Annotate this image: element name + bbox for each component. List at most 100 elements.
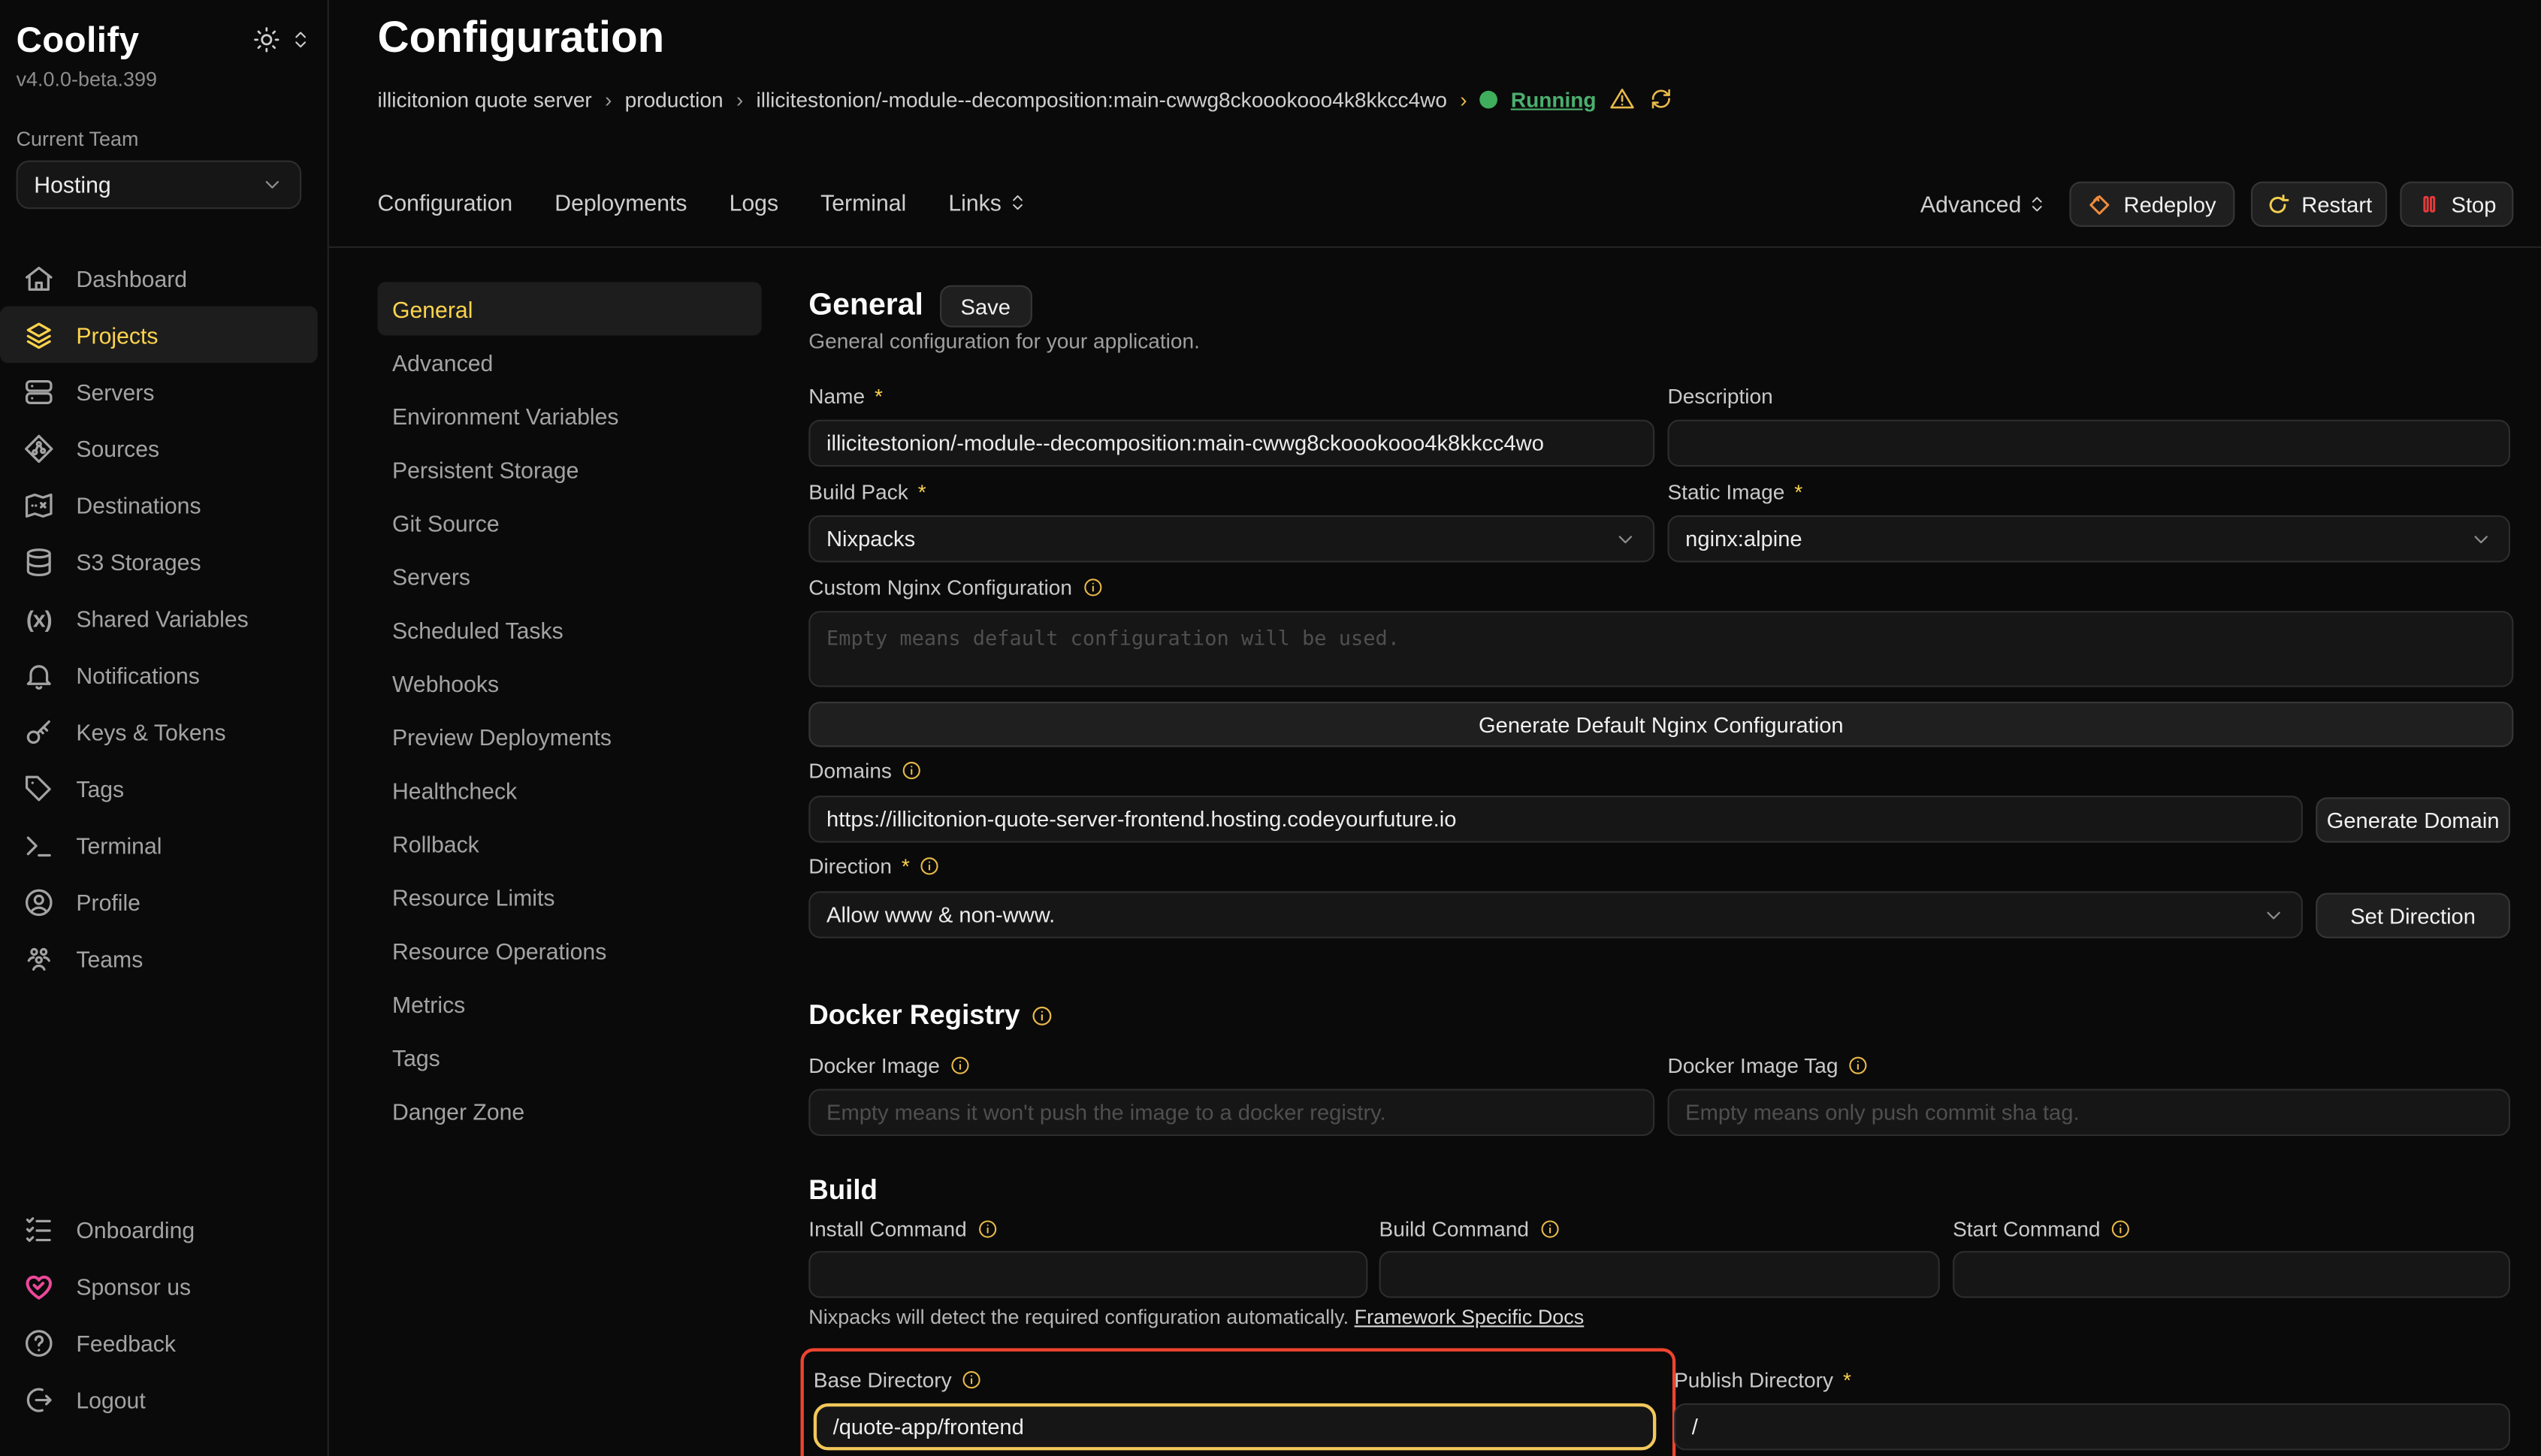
name-label: Name* — [808, 384, 883, 408]
sidebar-item-s3-storages[interactable]: S3 Storages — [0, 533, 318, 590]
name-input[interactable] — [808, 420, 1654, 467]
subnav-environment-variables[interactable]: Environment Variables — [378, 389, 762, 443]
sidebar-item-teams[interactable]: Teams — [0, 930, 318, 986]
static-image-label: Static Image* — [1667, 479, 1802, 503]
description-label: Description — [1667, 384, 1772, 408]
restart-button[interactable]: Restart — [2251, 182, 2387, 227]
subnav-git-source[interactable]: Git Source — [378, 496, 762, 549]
info-icon[interactable] — [920, 856, 941, 877]
info-icon[interactable] — [1539, 1219, 1560, 1240]
breadcrumb-environment[interactable]: production — [625, 86, 724, 110]
start-command-input[interactable] — [1953, 1251, 2510, 1298]
database-icon — [23, 545, 55, 578]
current-team-label: Current Team — [17, 128, 139, 150]
info-icon[interactable] — [902, 760, 923, 781]
theme-selector-icon[interactable] — [290, 29, 311, 50]
status-badge[interactable]: Running — [1511, 86, 1597, 110]
direction-label: Direction* — [808, 854, 940, 878]
build-heading: Build — [808, 1175, 878, 1207]
tab-terminal[interactable]: Terminal — [820, 189, 906, 216]
info-icon[interactable] — [1032, 1004, 1054, 1027]
sidebar-item-servers[interactable]: Servers — [0, 363, 318, 419]
team-select[interactable]: Hosting — [17, 161, 302, 210]
custom-nginx-label: Custom Nginx Configuration — [808, 575, 1103, 600]
server-icon — [23, 375, 55, 407]
refresh-status-icon[interactable] — [1648, 86, 1675, 112]
build-command-input[interactable] — [1379, 1251, 1940, 1298]
domains-input[interactable] — [808, 796, 2303, 843]
sidebar-item-shared-variables[interactable]: (x) Shared Variables — [0, 590, 318, 646]
subnav-metrics[interactable]: Metrics — [378, 977, 762, 1031]
docker-image-tag-input[interactable] — [1667, 1089, 2510, 1136]
sidebar-item-profile[interactable]: Profile — [0, 874, 318, 930]
subnav-rollback[interactable]: Rollback — [378, 817, 762, 870]
theme-sun-icon[interactable] — [252, 26, 280, 54]
subnav-general[interactable]: General — [378, 282, 762, 335]
chevron-down-icon — [2262, 903, 2285, 926]
tab-links[interactable]: Links — [948, 189, 1027, 216]
advanced-menu[interactable]: Advanced — [1920, 192, 2047, 218]
subnav-healthcheck[interactable]: Healthcheck — [378, 763, 762, 817]
required-asterisk: * — [875, 384, 883, 408]
sidebar-item-terminal[interactable]: Terminal — [0, 817, 318, 873]
sidebar-item-keys-tokens[interactable]: Keys & Tokens — [0, 703, 318, 760]
install-command-input[interactable] — [808, 1251, 1367, 1298]
subnav-servers[interactable]: Servers — [378, 549, 762, 603]
subnav-scheduled-tasks[interactable]: Scheduled Tasks — [378, 603, 762, 656]
info-icon[interactable] — [1082, 577, 1103, 598]
required-asterisk: * — [918, 479, 926, 503]
publish-directory-input[interactable] — [1674, 1403, 2510, 1451]
subnav-advanced[interactable]: Advanced — [378, 335, 762, 388]
coolify-app: Coolify v4.0.0-beta.399 Current Team Hos… — [0, 0, 2541, 1456]
build-pack-select[interactable]: Nixpacks — [808, 515, 1654, 563]
checklist-icon — [23, 1213, 55, 1245]
sidebar-item-sources[interactable]: Sources — [0, 420, 318, 476]
breadcrumb-application[interactable]: illicitestonion/-module--decomposition:m… — [756, 86, 1447, 110]
redeploy-button[interactable]: Redeploy — [2069, 182, 2234, 227]
sidebar-item-logout[interactable]: Logout — [0, 1371, 318, 1427]
sidebar-item-dashboard[interactable]: Dashboard — [0, 249, 318, 306]
app-logo: Coolify — [17, 20, 140, 62]
subnav-danger-zone[interactable]: Danger Zone — [378, 1084, 762, 1137]
framework-docs-link[interactable]: Framework Specific Docs — [1355, 1306, 1585, 1328]
custom-nginx-textarea[interactable] — [808, 611, 2513, 687]
base-directory-input[interactable] — [814, 1403, 1657, 1451]
sidebar-item-sponsor[interactable]: Sponsor us — [0, 1258, 318, 1314]
subnav-resource-operations[interactable]: Resource Operations — [378, 923, 762, 977]
static-image-select[interactable]: nginx:alpine — [1667, 515, 2510, 563]
required-asterisk: * — [902, 854, 910, 878]
subnav-resource-limits[interactable]: Resource Limits — [378, 870, 762, 923]
set-direction-button[interactable]: Set Direction — [2316, 893, 2510, 938]
subnav-webhooks[interactable]: Webhooks — [378, 657, 762, 710]
sidebar-item-destinations[interactable]: Destinations — [0, 476, 318, 533]
description-input[interactable] — [1667, 420, 2510, 467]
build-pack-label: Build Pack* — [808, 479, 926, 503]
save-button[interactable]: Save — [939, 285, 1031, 328]
user-circle-icon — [23, 886, 55, 918]
stop-button[interactable]: Stop — [2400, 182, 2513, 227]
tab-configuration[interactable]: Configuration — [378, 189, 513, 216]
subnav-preview-deployments[interactable]: Preview Deployments — [378, 710, 762, 763]
breadcrumb-project[interactable]: illicitonion quote server — [378, 86, 592, 110]
info-icon[interactable] — [977, 1219, 998, 1240]
sidebar: Coolify v4.0.0-beta.399 Current Team Hos… — [0, 0, 329, 1456]
sidebar-item-tags[interactable]: Tags — [0, 760, 318, 817]
info-icon[interactable] — [962, 1370, 983, 1391]
info-icon[interactable] — [1848, 1055, 1869, 1076]
subnav-tags[interactable]: Tags — [378, 1031, 762, 1084]
sidebar-item-notifications[interactable]: Notifications — [0, 647, 318, 703]
sidebar-item-feedback[interactable]: Feedback — [0, 1314, 318, 1370]
tab-logs[interactable]: Logs — [730, 189, 778, 216]
tab-deployments[interactable]: Deployments — [554, 189, 687, 216]
required-asterisk: * — [1843, 1367, 1851, 1391]
sidebar-item-projects[interactable]: Projects — [0, 307, 318, 363]
sidebar-item-onboarding[interactable]: Onboarding — [0, 1201, 318, 1257]
info-icon[interactable] — [950, 1055, 971, 1076]
docker-image-input[interactable] — [808, 1089, 1654, 1136]
direction-select[interactable]: Allow www & non-www. — [808, 891, 2303, 938]
warning-triangle-icon[interactable] — [1609, 86, 1636, 112]
generate-domain-button[interactable]: Generate Domain — [2316, 797, 2510, 842]
info-icon[interactable] — [2110, 1219, 2131, 1240]
subnav-persistent-storage[interactable]: Persistent Storage — [378, 443, 762, 496]
generate-nginx-button[interactable]: Generate Default Nginx Configuration — [808, 702, 2513, 747]
